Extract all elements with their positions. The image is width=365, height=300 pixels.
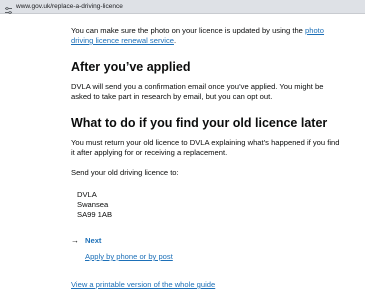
old-licence-body: You must return your old licence to DVLA… — [71, 138, 340, 157]
next-page-link[interactable]: Apply by phone or by post — [85, 252, 173, 261]
address-line: DVLA — [77, 190, 97, 199]
browser-address-bar[interactable]: www.gov.uk/replace-a-driving-licence — [0, 0, 365, 15]
address-line: Swansea — [77, 200, 109, 209]
main-content: You can make sure the photo on your lice… — [71, 26, 341, 290]
address-line: SA99 1AB — [77, 210, 113, 219]
intro-text: You can make sure the photo on your lice… — [71, 26, 306, 35]
intro-paragraph: You can make sure the photo on your lice… — [71, 26, 341, 46]
after-applied-body: DVLA will send you a confirmation email … — [71, 82, 324, 101]
next-label: Next — [85, 236, 102, 245]
printable-guide-link[interactable]: View a printable version of the whole gu… — [71, 280, 215, 289]
site-info-icon[interactable] — [4, 2, 13, 15]
next-navigation[interactable]: → Next Apply by phone or by post — [71, 236, 341, 264]
send-to-text: Send your old driving licence to: — [71, 168, 179, 177]
intro-text-end: . — [173, 36, 177, 45]
arrow-right-icon: → — [71, 236, 79, 245]
postal-address: DVLA Swansea SA99 1AB — [77, 190, 341, 220]
old-licence-heading: What to do if you find your old licence … — [71, 116, 328, 130]
url-text[interactable]: www.gov.uk/replace-a-driving-licence — [16, 3, 123, 10]
after-applied-heading: After you’ve applied — [71, 60, 191, 74]
